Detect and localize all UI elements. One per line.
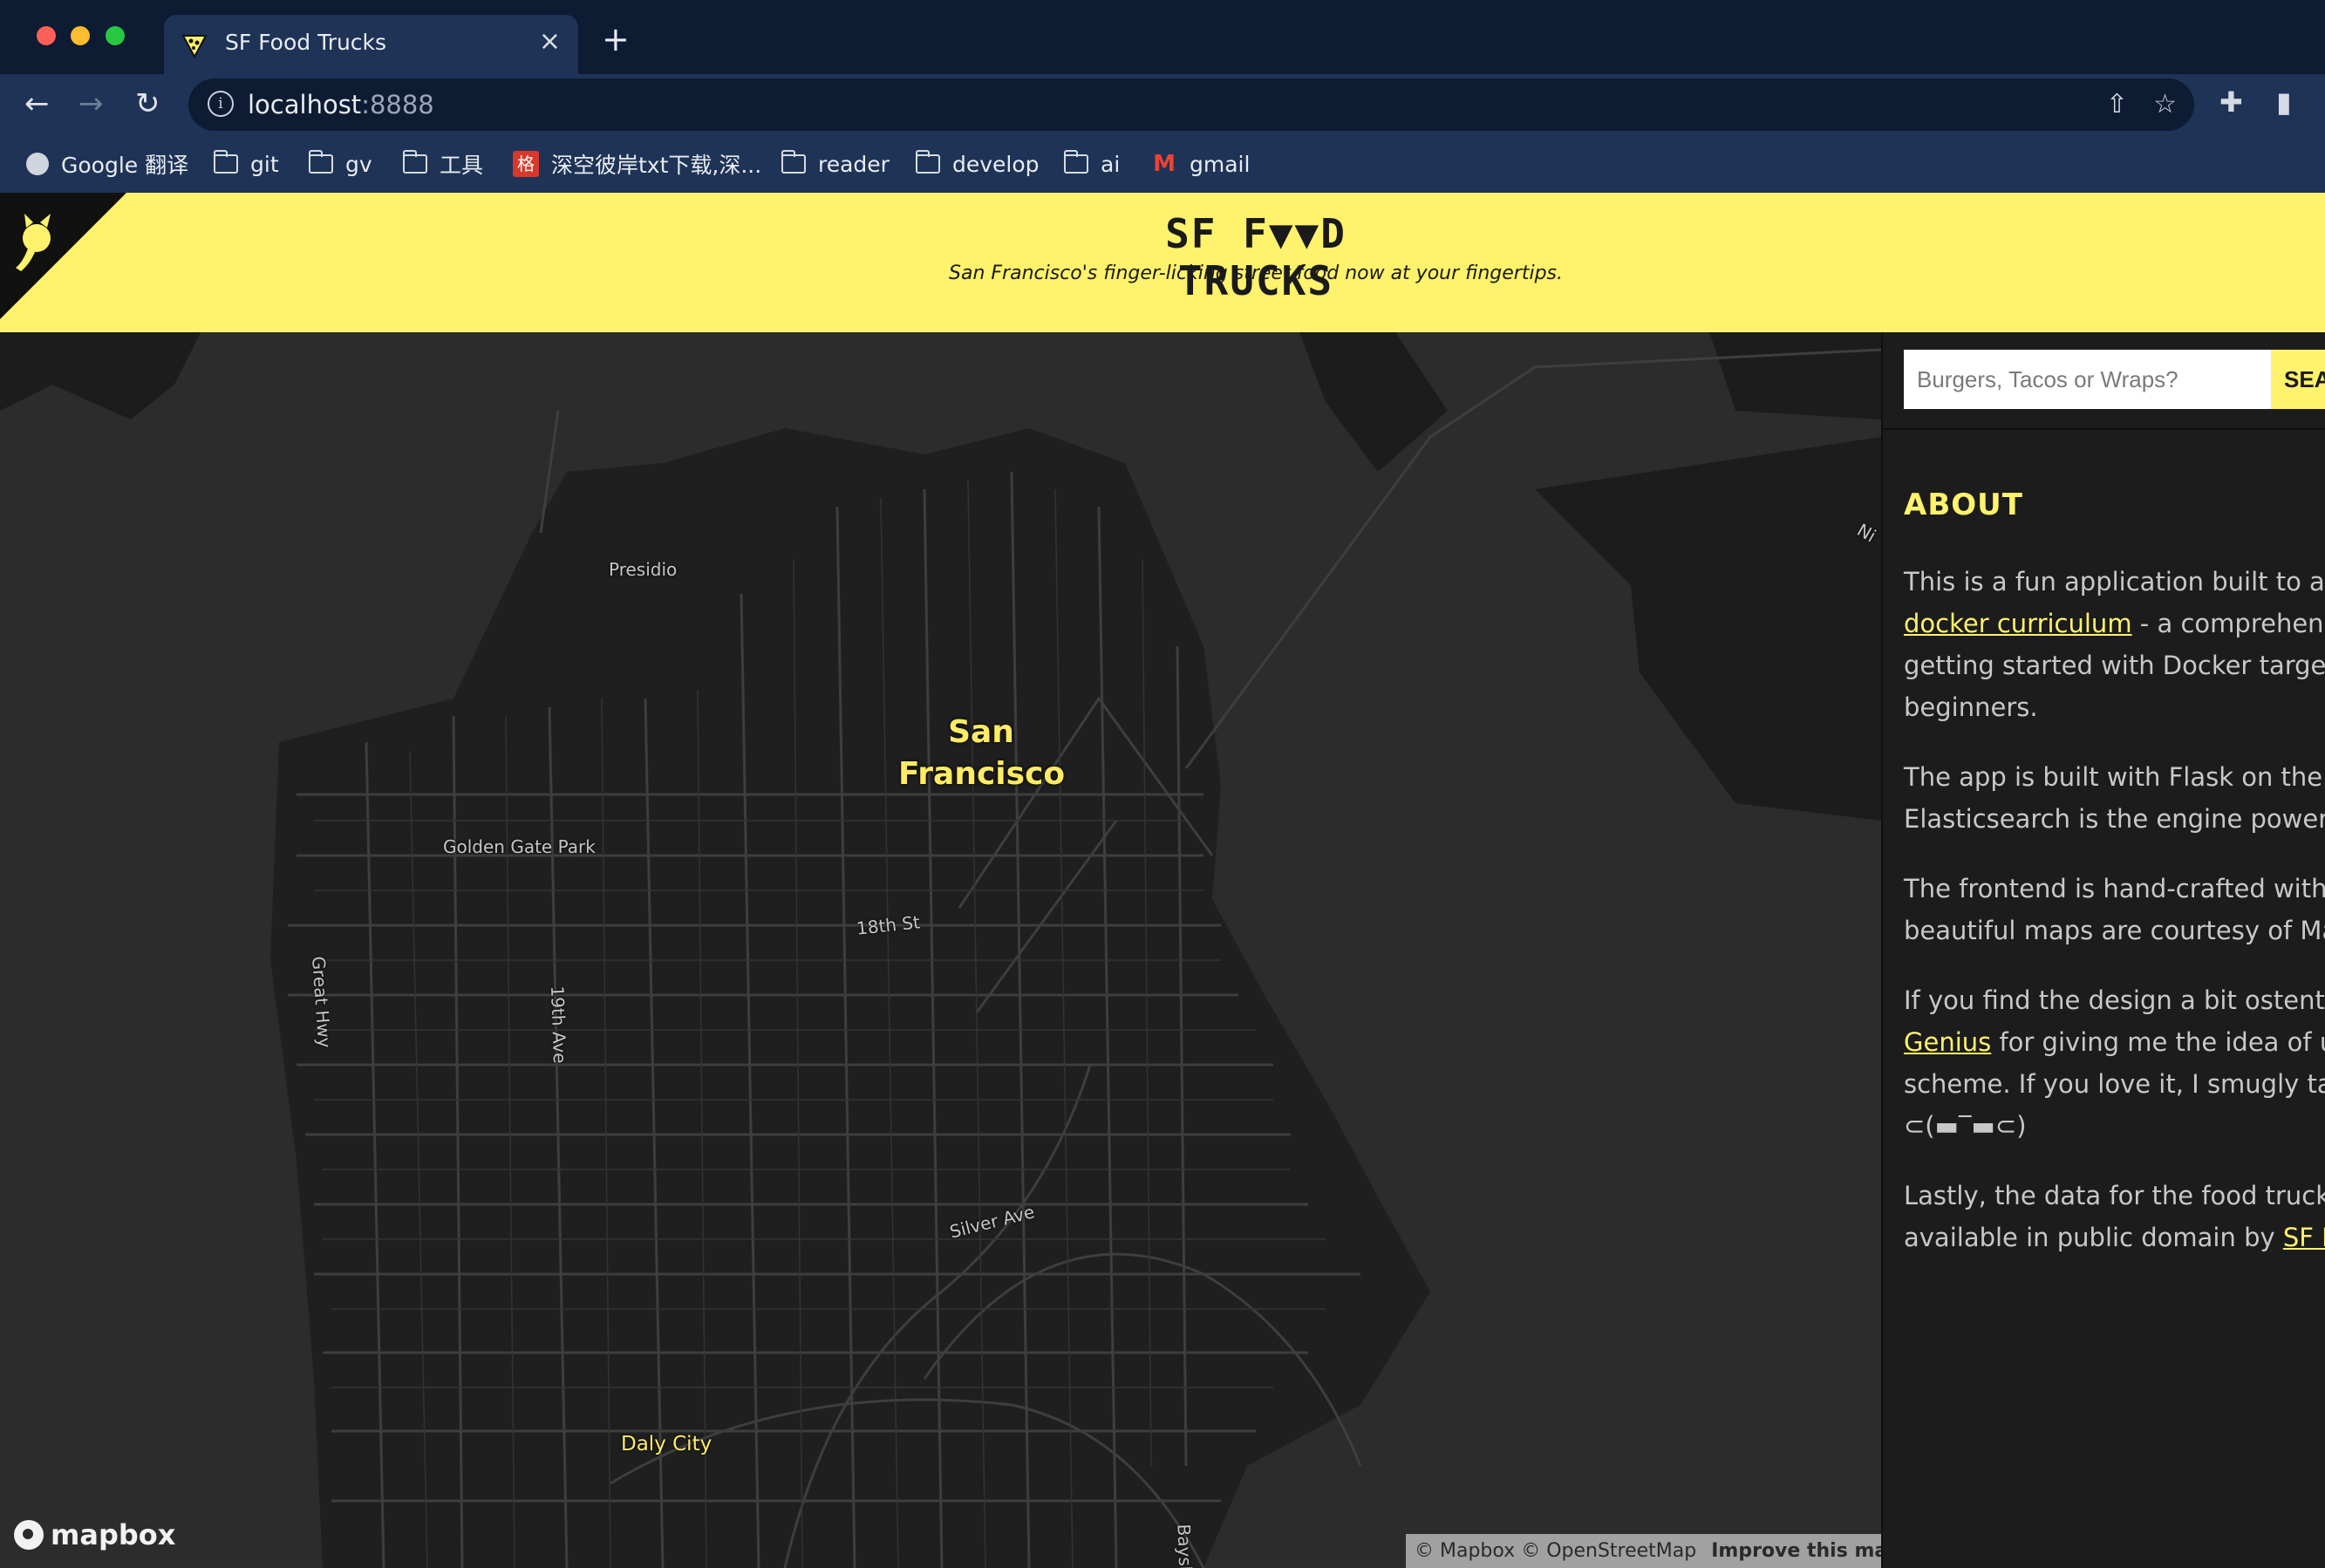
folder-icon xyxy=(403,150,427,174)
tab-title: SF Food Trucks xyxy=(225,30,387,55)
folder-icon xyxy=(916,150,940,174)
bookmark-shenkong[interactable]: 格深空彼岸txt下载,深... xyxy=(513,147,761,181)
about-paragraph-1: This is a fun application built to accom… xyxy=(1904,567,2325,722)
bookmark-develop[interactable]: develop xyxy=(916,147,1040,181)
maximize-window-button[interactable] xyxy=(106,26,125,45)
address-bar[interactable]: i localhost:8888 ⇧ ☆ xyxy=(188,78,2194,131)
improve-map-link[interactable]: Improve this map xyxy=(1711,1540,1881,1562)
map[interactable]: Presidio Golden Gate Park 18th St Great … xyxy=(0,332,1881,1568)
back-button[interactable]: ← xyxy=(24,87,50,120)
attribution-osm-link[interactable]: © OpenStreetMap xyxy=(1521,1540,1696,1562)
map-attribution: © Mapbox © OpenStreetMap Improve this ma… xyxy=(1406,1534,1881,1568)
browser-tab-strip: SF Food Trucks × + xyxy=(0,0,2325,74)
bookmark-star-icon[interactable]: ☆ xyxy=(2153,89,2177,119)
sf-data-link[interactable]: SF Data xyxy=(2283,1223,2325,1252)
genius-link[interactable]: Genius xyxy=(1904,1027,1991,1057)
reload-button[interactable]: ↻ xyxy=(135,87,160,120)
folder-icon xyxy=(1064,150,1088,174)
folder-icon xyxy=(781,150,806,174)
map-label-daly-city: Daly City xyxy=(621,1433,712,1456)
gmail-icon: M xyxy=(1153,151,1176,177)
forward-button[interactable]: → xyxy=(78,87,104,120)
folder-icon xyxy=(214,150,238,174)
minimize-window-button[interactable] xyxy=(71,26,90,45)
site-logo: SF F▼▼D TRUCKS xyxy=(1165,210,1347,304)
mapbox-logo[interactable]: mapbox xyxy=(14,1518,175,1551)
share-icon[interactable]: ⇧ xyxy=(2106,89,2128,119)
about-paragraph-2: The app is built with Flask on the backe… xyxy=(1904,762,2325,834)
bookmarks-bar: Google 翻译 git gv 工具 格深空彼岸txt下载,深... read… xyxy=(0,140,2325,192)
map-label-bayshore: Baysh xyxy=(1173,1524,1197,1568)
github-corner[interactable] xyxy=(0,193,126,319)
url-text: localhost:8888 xyxy=(248,90,434,119)
map-label-golden-gate-park: Golden Gate Park xyxy=(443,836,596,857)
about-paragraph-3: The frontend is hand-crafted with React … xyxy=(1904,874,2325,945)
bookmark-git[interactable]: git xyxy=(214,147,279,181)
pizza-icon xyxy=(181,35,208,58)
globe-icon xyxy=(26,153,49,175)
mapbox-icon xyxy=(14,1520,44,1550)
bookmark-tools[interactable]: 工具 xyxy=(403,147,483,181)
sidebar-divider xyxy=(1883,428,2325,430)
bookmark-reader[interactable]: reader xyxy=(781,147,890,181)
attribution-mapbox-link[interactable]: © Mapbox xyxy=(1415,1540,1515,1562)
site-tagline: San Francisco's finger-licking street fo… xyxy=(949,262,1563,284)
site-icon: 格 xyxy=(513,151,539,177)
docker-curriculum-link[interactable]: docker curriculum xyxy=(1904,609,2132,638)
tab-sf-food-trucks[interactable]: SF Food Trucks × xyxy=(164,15,578,74)
new-tab-button[interactable]: + xyxy=(602,23,630,56)
about-paragraph-5: Lastly, the data for the food trucks is … xyxy=(1904,1175,2325,1258)
map-label-presidio: Presidio xyxy=(609,559,678,580)
bookmark-google-translate[interactable]: Google 翻译 xyxy=(26,147,188,181)
close-tab-icon[interactable]: × xyxy=(539,27,561,57)
search-button[interactable]: SEARCH xyxy=(2271,350,2325,409)
bookmark-ai[interactable]: ai xyxy=(1064,147,1120,181)
about-heading: ABOUT xyxy=(1904,487,2023,522)
map-label-san-francisco: San Francisco xyxy=(898,714,1066,792)
browser-toolbar: i localhost:8888 ⇧ ☆ Google 翻译 git gv 工具… xyxy=(0,74,2325,205)
sidebar: SEARCH ABOUT This is a fun application b… xyxy=(1881,332,2325,1568)
close-window-button[interactable] xyxy=(37,26,56,45)
about-text: This is a fun application built to accom… xyxy=(1904,561,2325,1286)
map-canvas[interactable] xyxy=(0,332,1881,1568)
map-label-19th-ave: 19th Ave xyxy=(546,985,571,1064)
side-panel-icon[interactable]: ▮ xyxy=(2276,85,2292,119)
search-input[interactable] xyxy=(1904,350,2271,409)
folder-icon xyxy=(309,150,333,174)
site-info-icon[interactable]: i xyxy=(208,91,234,117)
bookmark-gmail[interactable]: Mgmail xyxy=(1151,147,1250,181)
bookmark-gv[interactable]: gv xyxy=(309,147,372,181)
about-paragraph-4: If you find the design a bit ostentatiou… xyxy=(1904,985,2325,1141)
extensions-icon[interactable]: ✚ xyxy=(2219,85,2243,119)
